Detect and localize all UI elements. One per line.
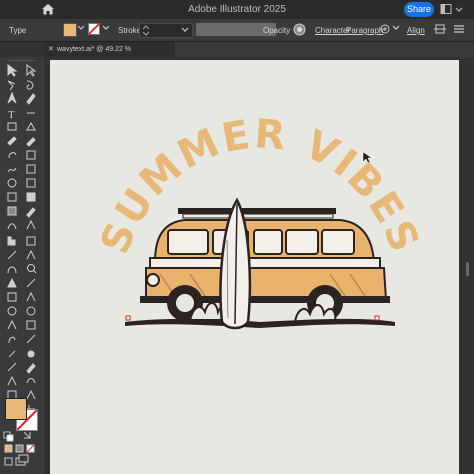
symbol-shifter-tool-icon[interactable] (26, 320, 36, 330)
app-title: Adobe Illustrator 2025 (188, 4, 286, 15)
share-button[interactable]: Share (404, 2, 434, 17)
vertical-scrollbar-thumb[interactable] (466, 262, 469, 276)
panel-menu-icon[interactable] (452, 23, 466, 35)
join-tool-icon[interactable] (26, 378, 36, 384)
lasso-tool-icon[interactable] (26, 80, 34, 90)
title-bar: Adobe Illustrator 2025 Share (0, 0, 474, 19)
shape-builder-tool-icon[interactable] (7, 178, 17, 188)
stroke-none-swatch[interactable] (88, 23, 100, 35)
fill-color-indicator[interactable] (5, 398, 27, 420)
draw-normal-icon[interactable] (4, 457, 13, 466)
panel-layout-icon[interactable] (440, 3, 468, 16)
scissors-tool-icon[interactable] (26, 249, 36, 260)
opacity-label[interactable]: Opacity (263, 26, 290, 35)
gradient-mode-icon[interactable] (15, 444, 24, 453)
blend-tool-icon[interactable] (7, 223, 17, 230)
recolor-artwork-icon[interactable] (293, 23, 306, 36)
paintbrush-tool-icon[interactable] (7, 136, 17, 146)
character-link[interactable]: Character (315, 26, 350, 35)
scale-tool-icon[interactable] (26, 150, 36, 160)
document-tab[interactable]: ✕ wavytext.ai* @ 49.22 % (RGB/Preview) (45, 42, 175, 68)
eraser-tool-icon[interactable] (26, 137, 36, 147)
fill-swatch[interactable] (63, 23, 77, 37)
curvature-tool-icon[interactable] (26, 93, 36, 105)
live-paint-tool-icon[interactable] (26, 178, 36, 188)
color-mode-icon[interactable] (4, 444, 13, 453)
eyedropper-tool-icon[interactable] (26, 207, 36, 218)
opentype-icon[interactable] (380, 24, 390, 34)
magic-wand-tool-icon[interactable] (7, 80, 16, 91)
gradient-tool-icon[interactable] (7, 206, 17, 216)
path-eraser-tool-icon[interactable] (7, 375, 17, 386)
chevron-down-icon[interactable] (102, 24, 110, 32)
bloat-tool-icon[interactable] (7, 306, 17, 316)
pencil-tool-icon[interactable] (26, 363, 36, 374)
rectangle-tool-icon[interactable] (7, 122, 17, 131)
blob-brush-tool-icon[interactable] (27, 350, 35, 358)
chevron-down-icon[interactable] (181, 26, 189, 34)
pen-tool-icon[interactable] (7, 91, 17, 104)
twirl-tool-icon[interactable] (26, 291, 36, 302)
direct-selection-tool-icon[interactable] (26, 64, 37, 77)
artboard-tool-icon[interactable] (26, 236, 36, 246)
swap-colors-icon[interactable] (23, 431, 31, 439)
control-bar: Type Stroke: Opacity Character Paragraph… (0, 19, 474, 42)
free-transform-tool-icon[interactable] (26, 164, 36, 174)
stepper-icon[interactable] (142, 25, 150, 36)
smooth-tool-icon[interactable] (7, 362, 17, 372)
reshape-tool-icon[interactable] (7, 319, 17, 330)
paragraph-link[interactable]: Paragraph (346, 26, 383, 35)
warp-tool-icon[interactable] (7, 277, 17, 288)
puppet-warp-tool-icon[interactable] (7, 292, 17, 302)
rotate-tool-icon[interactable] (8, 152, 17, 159)
hand-tool-icon[interactable] (7, 266, 17, 274)
align-link[interactable]: Align (407, 26, 425, 35)
color-mode-icons (3, 431, 35, 466)
chevron-down-icon[interactable] (77, 24, 85, 32)
column-graph-tool-icon[interactable] (7, 236, 12, 246)
mesh-tool-icon[interactable] (26, 192, 36, 202)
tools-panel: T (0, 57, 46, 474)
symbol-sprayer-tool-icon[interactable] (26, 219, 36, 230)
knife-tool-icon[interactable] (26, 278, 36, 288)
reflect-tool-icon[interactable] (8, 336, 16, 344)
selection-tool-icon[interactable] (7, 64, 18, 77)
close-tab-icon[interactable]: ✕ (48, 42, 54, 57)
crystallize-tool-icon[interactable] (26, 306, 36, 316)
transform-icon[interactable] (434, 23, 446, 35)
stroke-weight-field[interactable] (139, 23, 193, 38)
selection-type-label: Type (9, 26, 27, 35)
slice-tool-icon[interactable] (7, 250, 17, 260)
artboard[interactable] (50, 60, 459, 474)
anchor-point-tool-icon[interactable] (8, 350, 16, 358)
chevron-down-icon[interactable] (392, 24, 400, 32)
zoom-tool-icon[interactable] (27, 264, 35, 272)
shear-tool-icon[interactable] (26, 334, 36, 344)
perspective-grid-tool-icon[interactable] (7, 192, 17, 202)
type-tool-icon[interactable]: T (8, 109, 15, 121)
shaper-tool-icon[interactable] (26, 121, 36, 131)
fill-stroke-widget[interactable] (4, 397, 40, 433)
width-tool-icon[interactable] (7, 167, 17, 173)
